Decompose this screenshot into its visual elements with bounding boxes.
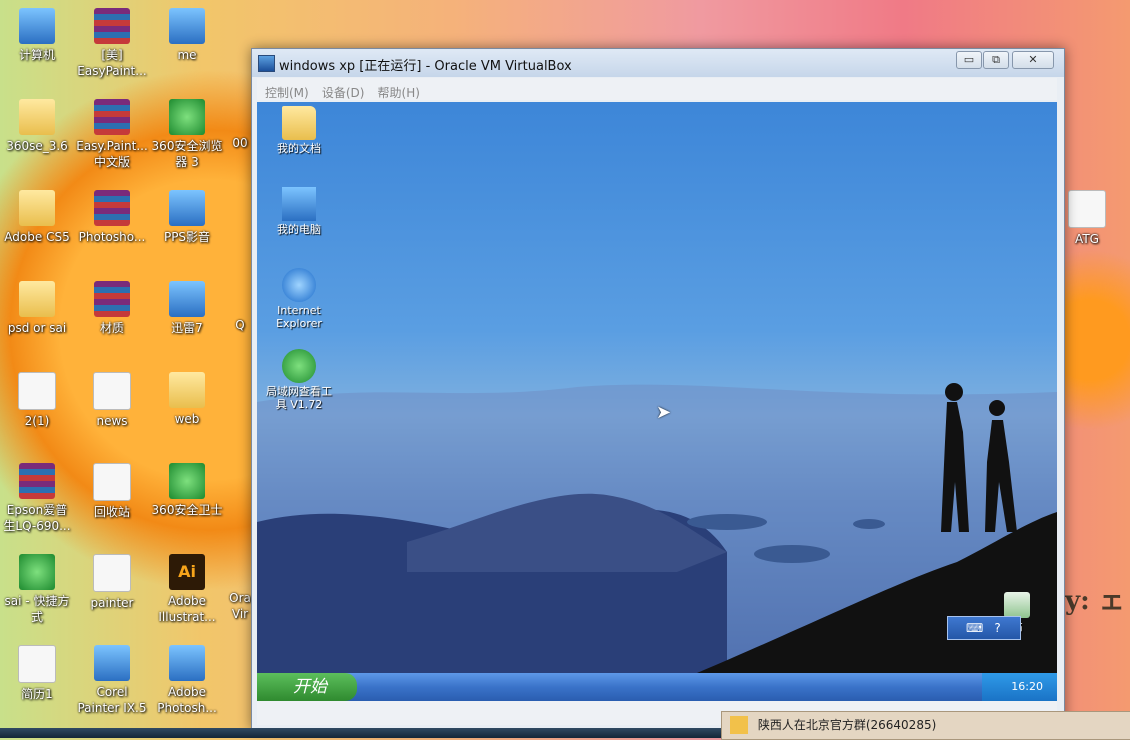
wallpaper-text-fragment: y: ェ [1065, 586, 1125, 616]
desktop-icon-thunder[interactable]: 迅雷7 [150, 281, 224, 336]
desktop-icon-news[interactable]: news [75, 372, 149, 429]
desktop-icon-painter[interactable]: painter [75, 554, 149, 611]
desktop-icon-mp3[interactable]: 2(1) [0, 372, 74, 429]
minimize-button[interactable]: ▭ [956, 51, 982, 69]
desktop-icon-360se[interactable]: 360se_3.6 [0, 99, 74, 154]
desktop-icon-adobe-photoshop[interactable]: Adobe Photosh... [150, 645, 224, 716]
menu-help[interactable]: 帮助(H) [378, 84, 420, 101]
archive-icon [94, 8, 130, 44]
my-computer-icon [282, 187, 316, 221]
vm-menubar: 控制(M) 设备(D) 帮助(H) [257, 78, 1057, 100]
desktop-icon-me[interactable]: me [150, 8, 224, 63]
window-titlebar[interactable]: windows xp [正在运行] - Oracle VM VirtualBox… [252, 49, 1064, 77]
my-documents-icon [282, 106, 316, 140]
desktop-icon-psd-or-sai[interactable]: psd or sai [0, 281, 74, 336]
qq-group-icon [730, 716, 748, 734]
text-file-icon [93, 372, 131, 410]
globe-icon [282, 349, 316, 383]
desktop-icon-illustrator[interactable]: Ai Adobe Illustrat... [150, 554, 224, 625]
menu-control[interactable]: 控制(M) [265, 84, 309, 101]
folder-icon [19, 281, 55, 317]
qq-notification[interactable]: 陕西人在北京官方群(26640285) [721, 711, 1130, 740]
360-browser-icon [169, 99, 205, 135]
corel-painter-icon [94, 645, 130, 681]
desktop-icon-easypaint[interactable]: [美] EasyPaint... [75, 8, 149, 79]
folder-icon [169, 372, 205, 408]
window-title: windows xp [正在运行] - Oracle VM VirtualBox [279, 59, 572, 74]
help-icon[interactable]: ? [994, 621, 1000, 635]
psd-file-icon [169, 8, 205, 44]
desktop-icon-web[interactable]: web [150, 372, 224, 427]
restore-button[interactable]: ⧉ [983, 51, 1009, 69]
desktop-icon-easypaint-cn[interactable]: Easy.Paint... 中文版 [75, 99, 149, 170]
thunder-icon [169, 281, 205, 317]
virtualbox-window[interactable]: windows xp [正在运行] - Oracle VM VirtualBox… [251, 48, 1065, 730]
mouse-cursor-icon: ➤ [656, 402, 672, 423]
guest-wallpaper [257, 383, 1057, 673]
virtualbox-app-icon [258, 55, 275, 72]
folder-icon [19, 190, 55, 226]
photoshop-icon [169, 645, 205, 681]
desktop-icon-recycle-bin[interactable]: 回收站 [75, 463, 149, 520]
archive-icon [94, 190, 130, 226]
mp3-file-icon [18, 372, 56, 410]
archive-icon [94, 99, 130, 135]
desktop-icon-resume[interactable]: 简历1 [0, 645, 74, 702]
guest-desktop[interactable]: 我的文档 我的电脑 Internet Explorer 局域网查看工 具 V1.… [257, 102, 1057, 673]
computer-icon [19, 8, 55, 44]
desktop-icon-corel-painter[interactable]: Corel Painter IX.5 [75, 645, 149, 716]
archive-icon [19, 463, 55, 499]
clock[interactable]: 16:20 [1011, 680, 1043, 693]
recycle-bin-icon [93, 463, 131, 501]
desktop-icon-sai[interactable]: sai - 快捷方 式 [0, 554, 74, 625]
guest-icon-my-documents[interactable]: 我的文档 [257, 106, 341, 155]
language-bar[interactable]: ⌨ ? [947, 616, 1021, 640]
desktop-icon-pps[interactable]: PPS影音 [150, 190, 224, 245]
menu-devices[interactable]: 设备(D) [322, 84, 365, 101]
desktop-icon-computer[interactable]: 计算机 [0, 8, 74, 63]
desktop-icon-epson[interactable]: Epson爱普 生LQ-690... [0, 463, 74, 534]
desktop-icon-360-browser[interactable]: 360安全浏览 器 3 [150, 99, 224, 170]
illustrator-icon: Ai [169, 554, 205, 590]
recycle-bin-icon [1004, 592, 1030, 618]
guest-icon-ie[interactable]: Internet Explorer [257, 268, 341, 330]
360-guard-icon [169, 463, 205, 499]
desktop-icon-adobe-cs5[interactable]: Adobe CS5 [0, 190, 74, 245]
start-button[interactable]: 开始 [257, 673, 357, 701]
close-button[interactable]: ✕ [1012, 51, 1054, 69]
network-icon [1068, 190, 1106, 228]
desktop-icon-360-guard[interactable]: 360安全卫士 [150, 463, 224, 518]
word-doc-icon [18, 645, 56, 683]
folder-icon [19, 99, 55, 135]
help-file-icon [93, 554, 131, 592]
internet-explorer-icon [282, 268, 316, 302]
keyboard-icon[interactable]: ⌨ [966, 621, 983, 635]
guest-icon-my-computer[interactable]: 我的电脑 [257, 187, 341, 236]
guest-icon-lan-viewer[interactable]: 局域网查看工 具 V1.72 [257, 349, 341, 411]
pps-player-icon [169, 190, 205, 226]
sai-icon [19, 554, 55, 590]
archive-icon [94, 281, 130, 317]
system-tray: 16:20 [982, 673, 1057, 701]
guest-taskbar: 开始 16:20 [257, 673, 1057, 701]
desktop-icon-photoshop-rar[interactable]: Photosho... [75, 190, 149, 245]
desktop-icon-material[interactable]: 材质 [75, 281, 149, 336]
host-taskbar [0, 728, 721, 738]
